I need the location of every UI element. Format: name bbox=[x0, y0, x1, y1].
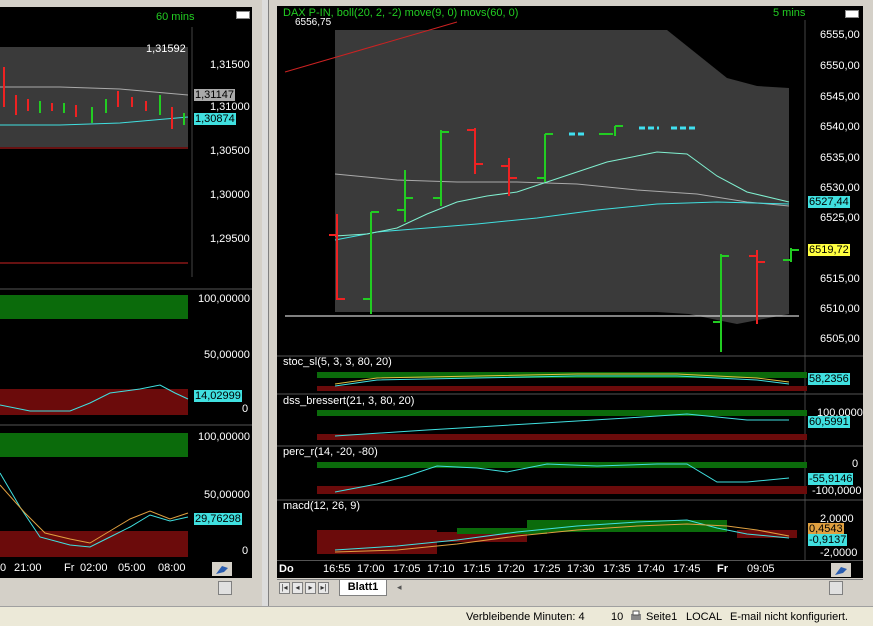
price-tick: 6535,00 bbox=[820, 152, 860, 164]
stoc-value-tag: 58,2356 bbox=[808, 373, 850, 385]
count-indicator: 10 bbox=[611, 611, 624, 623]
price-tick: 6540,00 bbox=[820, 121, 860, 133]
percr-value-tag: -55,9146 bbox=[808, 473, 854, 485]
time-tick: 17:35 bbox=[603, 563, 631, 575]
ma-price-tag: 6527,44 bbox=[808, 196, 850, 208]
price-tick: 6525,00 bbox=[820, 212, 860, 224]
left-osc2-tick: 50,00000 bbox=[204, 489, 250, 501]
price-tick: 6510,00 bbox=[820, 303, 860, 315]
left-chart-area[interactable]: 60 mins 1,31592 1,31500 1,31147 1,31000 … bbox=[0, 7, 252, 583]
sheet-tab-bar: |◂ ◂ ▸ ▸| Blatt1 ◂ bbox=[277, 579, 863, 597]
price-tick: 6555,00 bbox=[820, 29, 860, 41]
pin-icon[interactable] bbox=[831, 563, 851, 577]
status-bar: Verbleibende Minuten: 4 10 Seite1 LOCAL … bbox=[0, 606, 873, 626]
right-chart-area[interactable]: DAX P-IN, boll(20, 2, -2) move(9, 0) mov… bbox=[277, 6, 863, 578]
time-tick: Fr bbox=[64, 562, 75, 574]
dss-value-tag: 60,5991 bbox=[808, 416, 850, 428]
time-tick: 17:10 bbox=[427, 563, 455, 575]
left-chart-window: 60 mins 1,31592 1,31500 1,31147 1,31000 … bbox=[0, 0, 262, 606]
time-tick: 17:25 bbox=[533, 563, 561, 575]
left-price-tick: 1,30000 bbox=[210, 189, 250, 201]
prev-sheet-icon[interactable]: ◂ bbox=[292, 582, 303, 594]
time-tick: 17:45 bbox=[673, 563, 701, 575]
last-price-tag: 6519,72 bbox=[808, 244, 850, 256]
price-tick: 6550,00 bbox=[820, 60, 860, 72]
indicator-title-dss: dss_bressert(21, 3, 80, 20) bbox=[283, 395, 415, 407]
percr-tick: 0 bbox=[852, 458, 859, 470]
left-osc2-value-tag: 29,76298 bbox=[194, 513, 242, 525]
time-tick: 17:05 bbox=[393, 563, 421, 575]
left-osc2-tick: 100,00000 bbox=[198, 431, 250, 443]
price-tick: 6515,00 bbox=[820, 273, 860, 285]
remaining-minutes: Verbleibende Minuten: 4 bbox=[466, 611, 585, 623]
time-tick: 02:00 bbox=[80, 562, 108, 574]
left-price-tick: 1,31000 bbox=[210, 101, 250, 113]
left-price-tick: 1,31500 bbox=[210, 59, 250, 71]
time-tick: 05:00 bbox=[118, 562, 146, 574]
sheet-tab-blatt1[interactable]: Blatt1 bbox=[339, 580, 387, 596]
mode-indicator: LOCAL bbox=[686, 611, 723, 623]
last-sheet-icon[interactable]: ▸| bbox=[318, 582, 329, 594]
left-osc1-tick: 0 bbox=[242, 403, 249, 415]
right-scrollbar-box[interactable] bbox=[829, 581, 843, 595]
left-time-axis: 0 21:00 Fr 02:00 05:00 08:00 bbox=[0, 560, 252, 578]
email-status: E-mail nicht konfiguriert. bbox=[730, 611, 848, 623]
time-tick: 21:00 bbox=[14, 562, 42, 574]
printer-icon bbox=[629, 610, 643, 622]
left-high-price-label: 1,31592 bbox=[146, 43, 186, 55]
percr-tick: -100,0000 bbox=[812, 485, 862, 497]
right-price-chart bbox=[277, 20, 863, 578]
pin-icon[interactable] bbox=[212, 562, 232, 576]
time-tick: Do bbox=[279, 563, 294, 575]
left-last-price-tag: 1,30874 bbox=[194, 113, 236, 125]
time-tick: 16:55 bbox=[323, 563, 351, 575]
time-tick: Fr bbox=[717, 563, 728, 575]
left-mid-price-tag: 1,31147 bbox=[194, 89, 235, 101]
time-tick: 08:00 bbox=[158, 562, 186, 574]
indicator-title-macd: macd(12, 26, 9) bbox=[283, 500, 361, 512]
macd-tick: -2,0000 bbox=[820, 547, 858, 559]
scroll-left-icon[interactable]: ◂ bbox=[397, 582, 402, 593]
left-window-titlebar bbox=[0, 0, 262, 6]
time-tick: 09:05 bbox=[747, 563, 775, 575]
right-chart-window: DAX P-IN, boll(20, 2, -2) move(9, 0) mov… bbox=[268, 0, 873, 606]
time-tick: 17:40 bbox=[637, 563, 665, 575]
time-tick: 17:30 bbox=[567, 563, 595, 575]
left-osc1-tick: 100,00000 bbox=[198, 293, 250, 305]
left-price-tick: 1,30500 bbox=[210, 145, 250, 157]
price-tick: 6545,00 bbox=[820, 91, 860, 103]
left-scroll-area bbox=[0, 578, 262, 598]
time-tick: 0 bbox=[0, 562, 7, 574]
time-tick: 17:00 bbox=[357, 563, 385, 575]
left-scrollbar-box[interactable] bbox=[218, 581, 232, 595]
price-tick: 6505,00 bbox=[820, 333, 860, 345]
macd-signal-tag: -0,9137 bbox=[808, 534, 848, 546]
first-sheet-icon[interactable]: |◂ bbox=[279, 582, 290, 594]
next-sheet-icon[interactable]: ▸ bbox=[305, 582, 316, 594]
time-tick: 17:20 bbox=[497, 563, 525, 575]
price-tick: 6530,00 bbox=[820, 182, 860, 194]
left-osc1-tick: 50,00000 bbox=[204, 349, 250, 361]
time-tick: 17:15 bbox=[463, 563, 491, 575]
indicator-title-stoc: stoc_sl(5, 3, 3, 80, 20) bbox=[283, 356, 392, 368]
right-time-axis: Do 16:55 17:00 17:05 17:10 17:15 17:20 1… bbox=[277, 560, 863, 578]
indicator-title-percr: perc_r(14, -20, -80) bbox=[283, 446, 378, 458]
left-price-tick: 1,29500 bbox=[210, 233, 250, 245]
left-osc2-tick: 0 bbox=[242, 545, 249, 557]
left-osc1-value-tag: 14,02999 bbox=[194, 390, 242, 402]
page-indicator: Seite1 bbox=[646, 611, 678, 623]
